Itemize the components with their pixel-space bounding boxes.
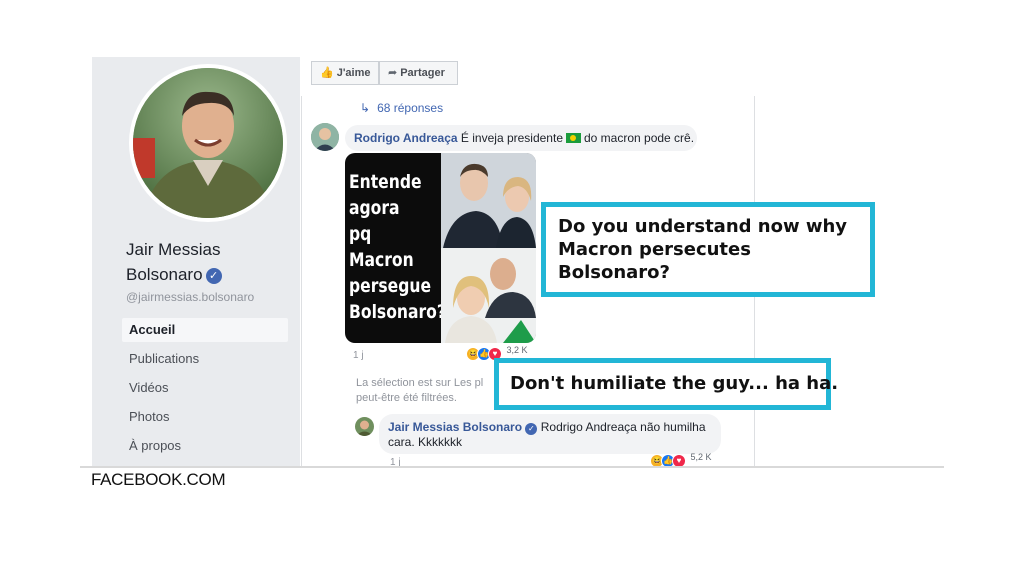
meme-photo-bottom <box>441 248 536 343</box>
replies-count-label: 68 réponses <box>377 101 444 115</box>
profile-name[interactable]: Jair Messias Bolsonaro ✓ <box>126 237 296 287</box>
reply-avatar-photo <box>355 417 374 436</box>
meme-line: persegue <box>349 275 432 297</box>
nav-item-videos[interactable]: Vidéos <box>122 376 288 400</box>
view-replies-link[interactable]: ↳ 68 réponses <box>360 101 443 115</box>
profile-name-line1: Jair Messias <box>126 240 221 259</box>
filter-notice-line1: La sélection est sur Les pl <box>356 377 484 389</box>
caption-line: Bolsonaro? <box>558 262 670 283</box>
reply-text-line1: Jair Messias Bolsonaro ✓ Rodrigo Andreaç… <box>388 420 706 435</box>
comment-bubble: Rodrigo Andreaça É inveja presidente do m… <box>345 125 697 151</box>
verified-badge-icon: ✓ <box>205 268 222 284</box>
commenter-photo <box>311 123 339 151</box>
meme-photo-top-art <box>441 153 536 248</box>
reply-bubble: Jair Messias Bolsonaro ✓ Rodrigo Andreaç… <box>379 414 721 454</box>
verified-badge-icon: ✓ <box>525 423 538 435</box>
caption-line: Do you understand now why <box>558 216 848 237</box>
thumbs-up-icon: 👍 <box>320 67 334 79</box>
comment-text: Rodrigo Andreaça É inveja presidente do m… <box>354 131 694 145</box>
nav-item-photos[interactable]: Photos <box>122 405 288 429</box>
meme-line: pq Macron <box>349 223 414 271</box>
reply-text-line2: cara. Kkkkkkk <box>388 435 463 449</box>
share-page-label: Partager <box>400 67 445 79</box>
comment-timestamp[interactable]: 1 j <box>353 350 364 361</box>
meme-line: Entende <box>349 171 422 193</box>
nav-item-about[interactable]: À propos <box>122 434 288 458</box>
brazil-flag-icon <box>566 133 581 143</box>
meme-text: Entende agora pq Macron persegue Bolsona… <box>349 169 446 325</box>
reply-text: Jair Messias Bolsonaro ✓ Rodrigo Andreaç… <box>388 420 706 449</box>
comment-text-part2: do macron pode crê. <box>584 131 695 145</box>
reaction-count: 5,2 K <box>690 452 712 462</box>
filter-notice-line2: peut-être été filtrées. <box>356 392 457 404</box>
nav-item-home[interactable]: Accueil <box>122 318 288 342</box>
translation-caption-1: Do you understand now why Macron persecu… <box>541 202 875 297</box>
share-page-button[interactable]: ➦ Partager <box>379 61 458 85</box>
share-arrow-icon: ➦ <box>388 67 398 79</box>
translation-caption-2: Don't humiliate the guy... ha ha. <box>494 358 838 410</box>
profile-handle[interactable]: @jairmessias.bolsonaro <box>126 290 254 304</box>
filter-notice: La sélection est sur Les pl peut-être ét… <box>356 376 483 406</box>
source-credit: FACEBOOK.COM <box>91 470 226 489</box>
nav-item-posts[interactable]: Publications <box>122 347 288 371</box>
profile-name-line2-text: Bolsonaro <box>126 265 203 284</box>
divider-line <box>80 466 944 468</box>
reply-author-link[interactable]: Jair Messias Bolsonaro <box>388 420 522 434</box>
reaction-count: 3,2 K <box>506 345 528 355</box>
profile-name-line2: Bolsonaro ✓ <box>126 262 296 287</box>
reply-text-part1: Rodrigo Andreaça não humilha <box>540 420 706 434</box>
reply-avatar[interactable] <box>355 417 374 436</box>
reply-arrow-icon: ↳ <box>360 101 371 115</box>
meme-line: Bolsonaro? <box>349 301 446 323</box>
profile-avatar[interactable] <box>129 64 287 222</box>
comment-author-link[interactable]: Rodrigo Andreaça <box>354 131 458 145</box>
commenter-avatar[interactable] <box>311 123 339 151</box>
profile-photo <box>133 68 283 218</box>
meme-photo-top <box>441 153 536 248</box>
meme-line: agora <box>349 197 400 219</box>
like-page-button[interactable]: 👍 J'aime <box>311 61 379 85</box>
like-page-label: J'aime <box>336 67 371 79</box>
caption-text: Don't humiliate the guy... ha ha. <box>510 373 839 394</box>
comment-text-part1: É inveja presidente <box>460 131 563 145</box>
meme-photo-bottom-art <box>441 248 536 343</box>
caption-line: Macron persecutes <box>558 239 751 260</box>
comment-meme-image[interactable]: Entende agora pq Macron persegue Bolsona… <box>345 153 536 343</box>
